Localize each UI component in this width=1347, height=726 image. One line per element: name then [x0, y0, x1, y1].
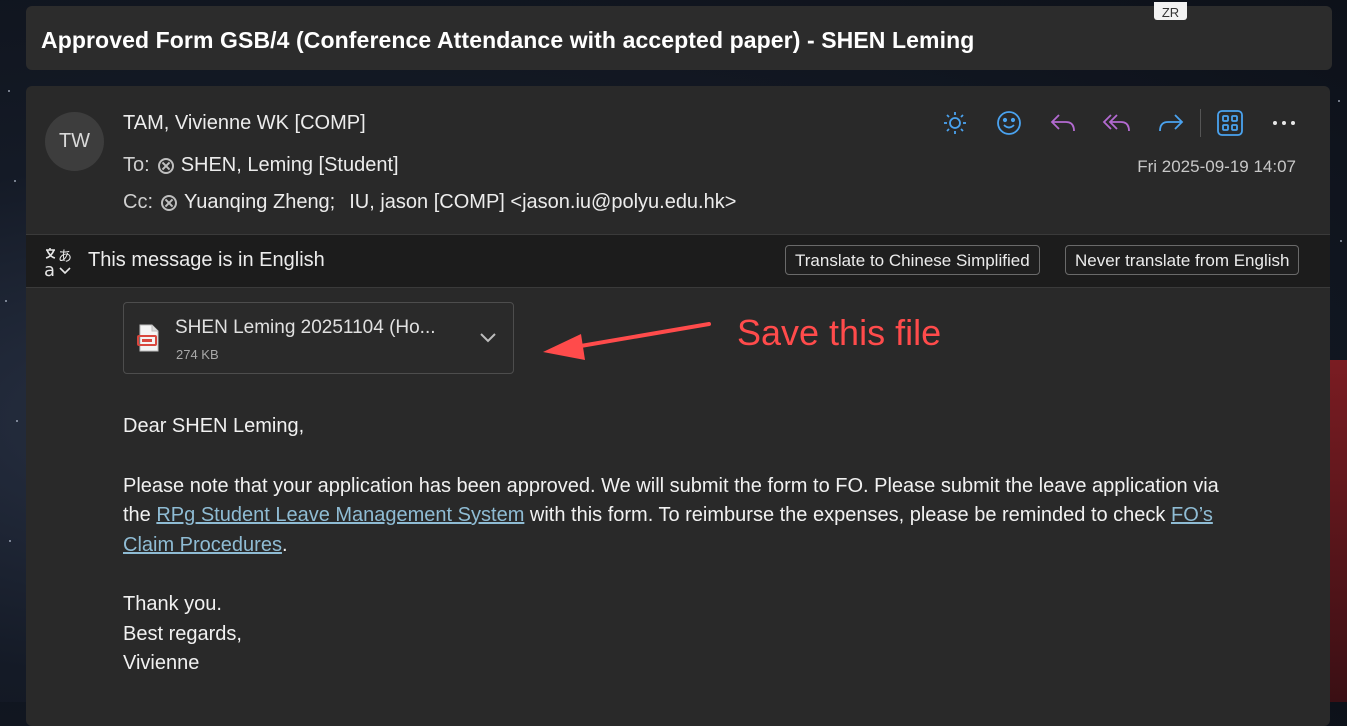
- message-toolbar: [938, 106, 1321, 140]
- toolbar-separator: [1200, 109, 1201, 137]
- cc-recipient-1[interactable]: Yuanqing Zheng;: [184, 191, 335, 214]
- translation-bar: a あ This message is in English Translate…: [26, 234, 1330, 288]
- remove-recipient-icon[interactable]: [161, 194, 177, 211]
- reply-icon[interactable]: [1046, 106, 1080, 140]
- email-body: Dear SHEN Leming, Please note that your …: [123, 412, 1243, 679]
- chevron-down-icon[interactable]: [478, 330, 498, 349]
- signoff-line: Vivienne: [123, 652, 200, 674]
- account-badge: ZR: [1154, 2, 1187, 20]
- greeting: Dear SHEN Leming,: [123, 415, 305, 437]
- message-pane: TW TAM, Vivienne WK [COMP] To: SHEN, Lem…: [26, 86, 1330, 726]
- sun-icon[interactable]: [938, 106, 972, 140]
- regards-line: Best regards,: [123, 622, 242, 645]
- apps-icon[interactable]: [1213, 106, 1247, 140]
- to-recipient[interactable]: SHEN, Leming [Student]: [181, 154, 399, 177]
- cc-recipient-2[interactable]: IU, jason [COMP] <jason.iu@polyu.edu.hk>: [349, 191, 736, 214]
- attachment-size: 274 KB: [176, 347, 219, 362]
- never-translate-button[interactable]: Never translate from English: [1065, 245, 1300, 275]
- emoji-icon[interactable]: [992, 106, 1026, 140]
- body-paragraph: Please note that your application has be…: [123, 474, 1219, 556]
- attachment-name[interactable]: SHEN Leming 20251104 (Ho...: [175, 317, 436, 339]
- translate-icon: a あ: [43, 246, 75, 283]
- forward-icon[interactable]: [1154, 106, 1188, 140]
- leave-system-link[interactable]: RPg Student Leave Management System: [156, 504, 524, 526]
- attachment-card[interactable]: SHEN Leming 20251104 (Ho... 274 KB: [123, 302, 514, 374]
- annotation-text: Save this file: [737, 312, 942, 353]
- translate-button[interactable]: Translate to Chinese Simplified: [785, 245, 1040, 275]
- email-subject: Approved Form GSB/4 (Conference Attendan…: [41, 27, 975, 53]
- cc-row: Cc: Yuanqing Zheng; IU, jason [COMP] <ja…: [123, 191, 736, 214]
- pdf-file-icon: [137, 324, 161, 357]
- sent-date: Fri 2025-09-19 14:07: [1137, 157, 1296, 176]
- sender-name[interactable]: TAM, Vivienne WK [COMP]: [123, 112, 366, 135]
- more-icon[interactable]: [1267, 106, 1301, 140]
- thanks-line: Thank you.: [123, 593, 222, 615]
- cc-label: Cc:: [123, 191, 153, 213]
- svg-text:あ: あ: [58, 249, 72, 265]
- reply-all-icon[interactable]: [1100, 106, 1134, 140]
- subject-bar: ZR Approved Form GSB/4 (Conference Atten…: [26, 2, 1332, 70]
- annotation-arrow: [543, 322, 711, 360]
- svg-text:a: a: [44, 260, 55, 278]
- translation-message: This message is in English: [88, 249, 325, 271]
- to-label: To:: [123, 154, 150, 176]
- to-row: To: SHEN, Leming [Student]: [123, 154, 399, 177]
- sender-avatar[interactable]: TW: [45, 112, 104, 171]
- remove-recipient-icon[interactable]: [157, 157, 174, 174]
